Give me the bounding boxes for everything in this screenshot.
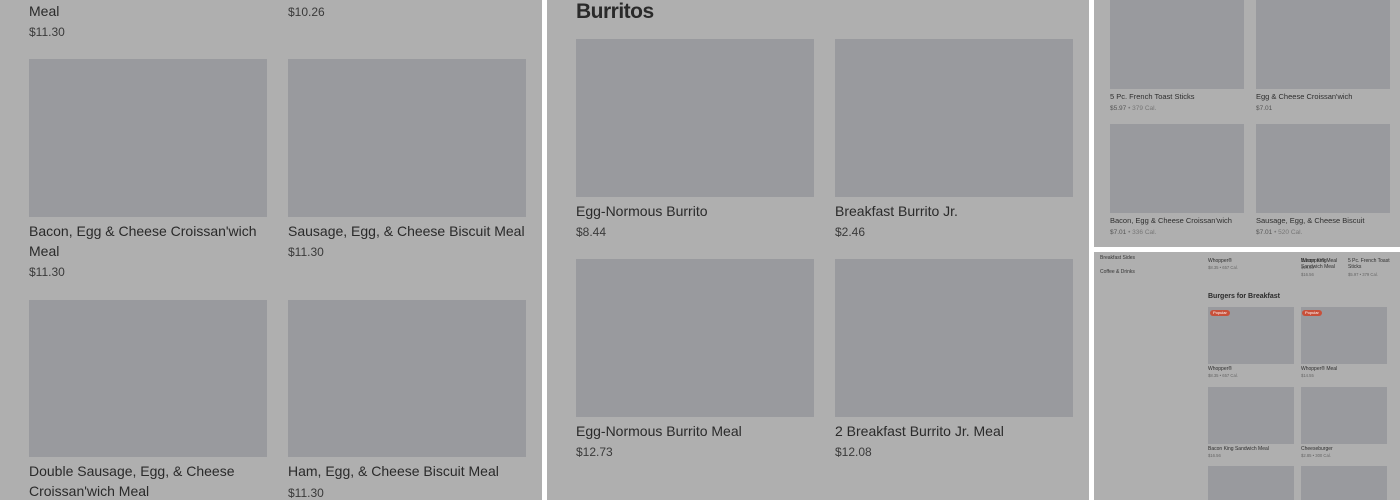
item-name[interactable]: Bacon King Sandwich Meal xyxy=(1208,446,1269,452)
item-price: $7.01 • 336 Cal. xyxy=(1110,229,1157,236)
item-price: $5.97 • 379 Cal. xyxy=(1348,272,1378,277)
item-name[interactable]: Sausage, Egg, & Cheese Biscuit xyxy=(1256,216,1364,226)
item-name[interactable]: Ham, Egg, & Cheese Biscuit Meal xyxy=(288,461,528,481)
section-title: Burgers for Breakfast xyxy=(1208,293,1280,300)
item-image[interactable] xyxy=(1256,0,1390,89)
item-name[interactable]: Whopper® xyxy=(1208,366,1232,372)
menu-panel-breakfast-meals: Meal $11.30 $10.26 Bacon, Egg & Cheese C… xyxy=(0,0,542,500)
item-image[interactable] xyxy=(1301,387,1387,444)
popular-badge: Popular xyxy=(1302,310,1322,316)
menu-panel-burgers-for-breakfast: Breakfast Sides Coffee & Drinks Whopper®… xyxy=(1094,252,1400,500)
item-price: $11.30 xyxy=(288,486,324,500)
popular-badge: Popular xyxy=(1210,310,1230,316)
item-name[interactable]: 2 Breakfast Burrito Jr. Meal xyxy=(835,421,1004,441)
menu-panel-burritos: Burritos Egg-Normous Burrito $8.44 Break… xyxy=(547,0,1089,500)
item-name[interactable]: Meal xyxy=(29,1,59,21)
item-name[interactable]: Cheeseburger xyxy=(1301,446,1333,452)
item-image[interactable] xyxy=(1110,0,1244,89)
item-name[interactable]: Bacon, Egg & Cheese Croissan'wich Meal xyxy=(29,221,264,261)
sidebar-item-coffee-drinks[interactable]: Coffee & Drinks xyxy=(1100,269,1135,275)
item-price: $10.26 xyxy=(288,5,325,19)
item-image[interactable] xyxy=(1301,466,1387,500)
menu-panel-breakfast-items: 5 Pc. French Toast Sticks $5.97 • 379 Ca… xyxy=(1094,0,1400,247)
section-title: Burritos xyxy=(576,0,654,23)
item-name[interactable]: Breakfast Burrito Jr. xyxy=(835,201,958,221)
item-price: $16.56 xyxy=(1208,453,1221,458)
item-name[interactable]: Sausage, Egg, & Cheese Biscuit Meal xyxy=(288,221,528,241)
item-price: $12.08 xyxy=(835,445,872,459)
item-name[interactable]: Whopper® xyxy=(1208,258,1248,264)
item-price: $2.85 • 300 Cal. xyxy=(1301,453,1331,458)
item-name[interactable]: 5 Pc. French Toast Sticks xyxy=(1348,258,1390,270)
item-name[interactable]: Egg-Normous Burrito xyxy=(576,201,708,221)
item-image[interactable] xyxy=(576,39,814,197)
item-price: $7.01 • 520 Cal. xyxy=(1256,229,1303,236)
item-image[interactable] xyxy=(288,59,526,217)
item-name[interactable]: Whopper® Meal xyxy=(1301,366,1337,372)
item-price: $8.44 xyxy=(576,225,607,239)
item-image[interactable] xyxy=(1208,387,1294,444)
item-price: $11.30 xyxy=(29,25,65,39)
item-price: $11.30 xyxy=(29,265,65,279)
item-image[interactable] xyxy=(288,300,526,457)
item-image[interactable] xyxy=(1256,124,1390,213)
sidebar-item-breakfast-sides[interactable]: Breakfast Sides xyxy=(1100,255,1135,261)
item-price: $8.35 • 657 Cal. xyxy=(1208,265,1238,270)
item-name[interactable]: Bacon, Egg & Cheese Croissan'wich xyxy=(1110,216,1232,226)
item-image[interactable] xyxy=(835,259,1073,417)
item-price: $16.56 xyxy=(1301,272,1314,277)
item-name[interactable]: Egg-Normous Burrito Meal xyxy=(576,421,742,441)
item-price: $14.55 xyxy=(1301,373,1314,378)
item-image[interactable] xyxy=(29,59,267,217)
item-image[interactable] xyxy=(1208,466,1294,500)
item-name[interactable]: Bacon King Sandwich Meal xyxy=(1301,258,1341,270)
item-image[interactable] xyxy=(1110,124,1244,213)
item-image[interactable] xyxy=(835,39,1073,197)
item-name[interactable]: 5 Pc. French Toast Sticks xyxy=(1110,92,1194,102)
item-price: $5.97 • 379 Cal. xyxy=(1110,105,1157,112)
item-price: $7.01 xyxy=(1256,105,1273,112)
item-image[interactable] xyxy=(29,300,267,457)
item-price: $11.30 xyxy=(288,245,324,259)
item-image[interactable] xyxy=(576,259,814,417)
item-name[interactable]: Double Sausage, Egg, & Cheese Croissan'w… xyxy=(29,461,249,500)
item-price: $2.46 xyxy=(835,225,866,239)
item-name[interactable]: Egg & Cheese Croissan'wich xyxy=(1256,92,1352,102)
item-price: $8.35 • 657 Cal. xyxy=(1208,373,1238,378)
item-price: $12.73 xyxy=(576,445,613,459)
